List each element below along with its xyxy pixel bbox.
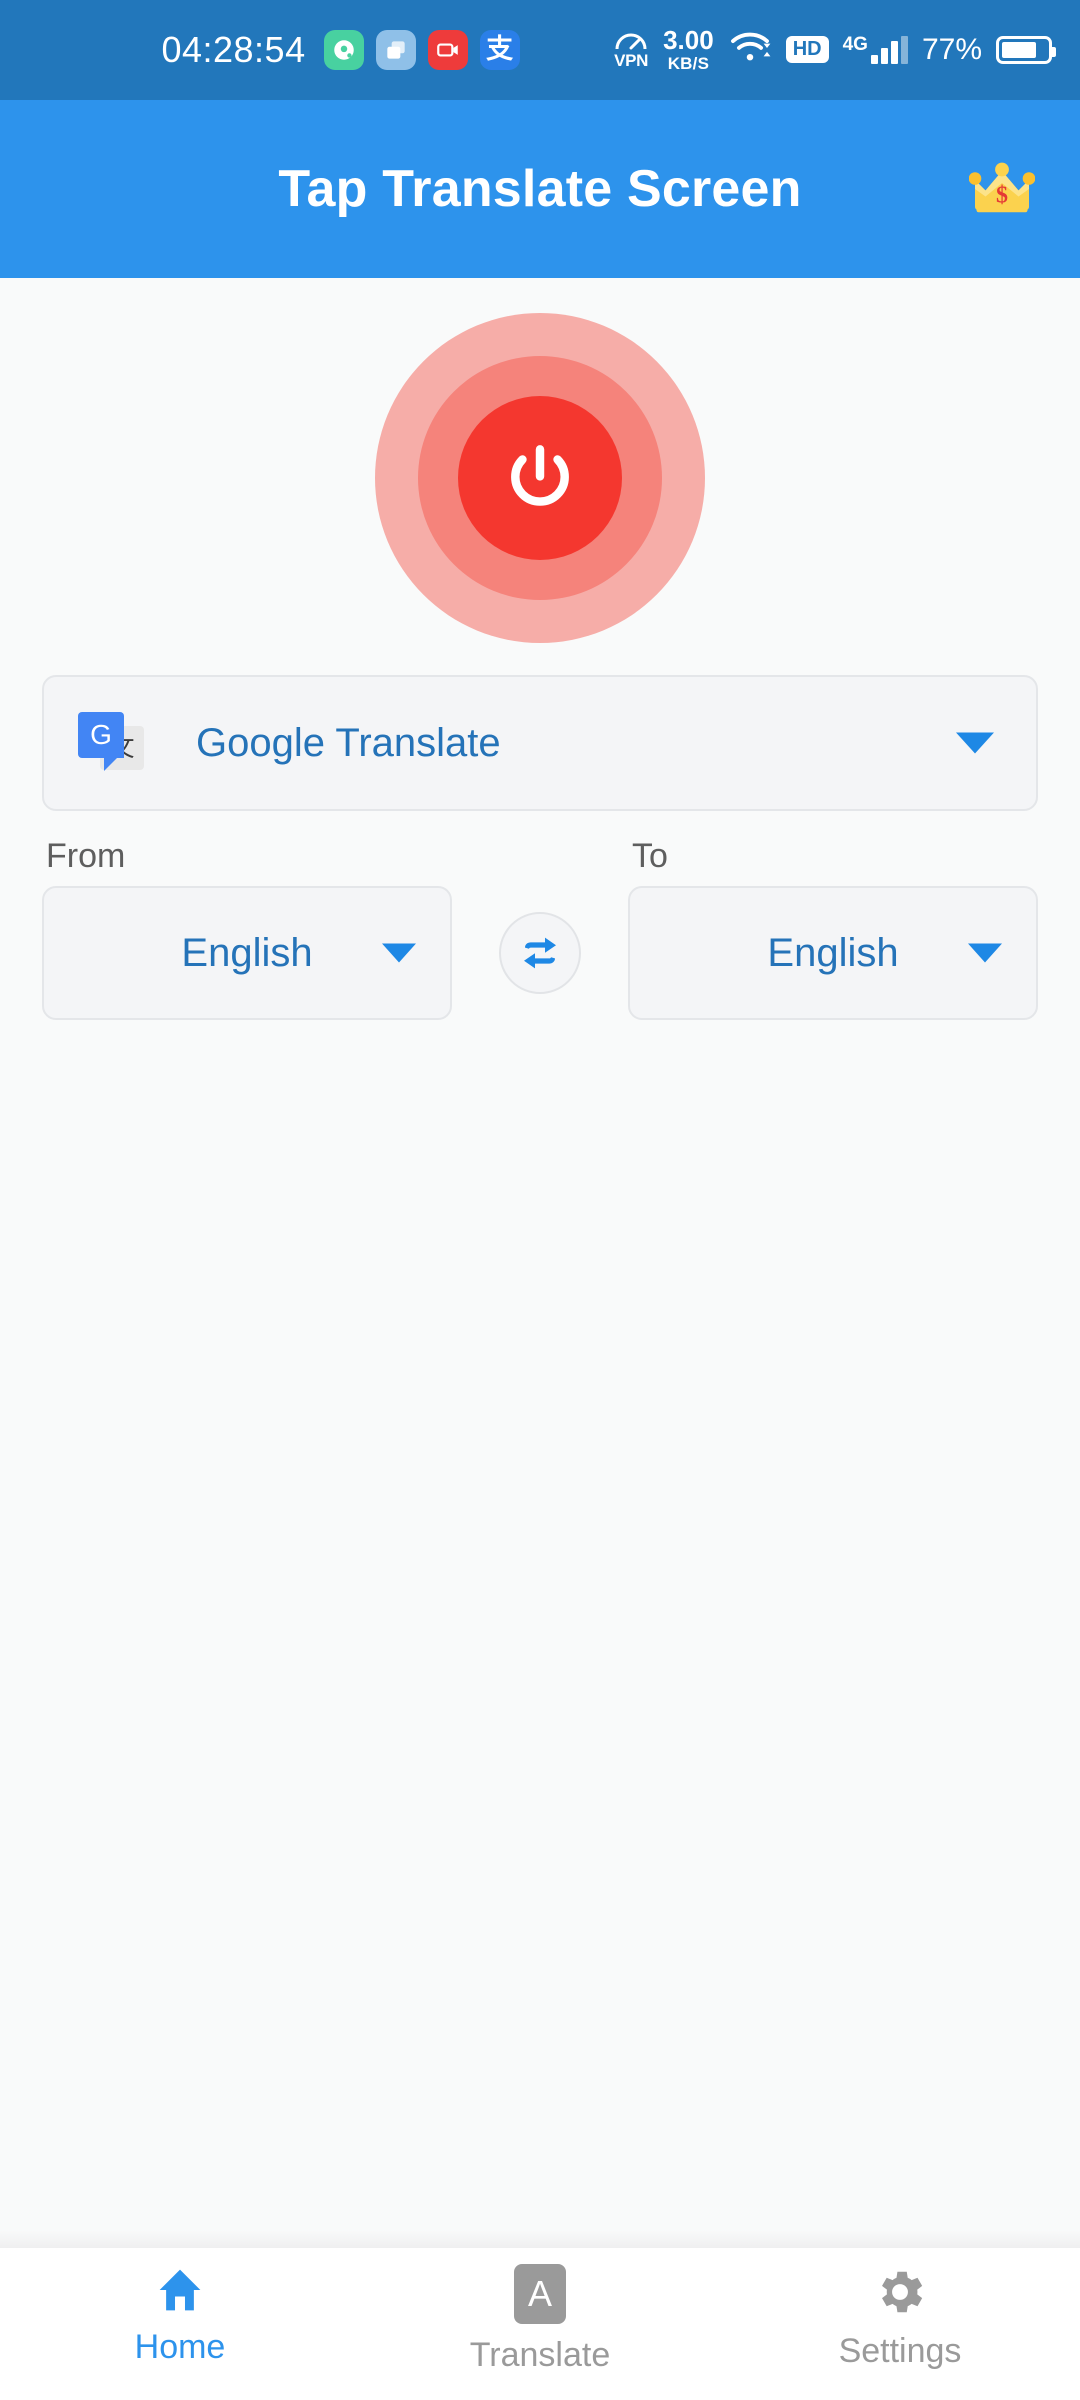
- from-language-value: English: [181, 930, 313, 975]
- vpn-label: VPN: [614, 50, 649, 70]
- to-language-value: English: [767, 930, 899, 975]
- vpn-icon: VPN: [613, 31, 649, 69]
- power-ring-middle: [418, 356, 662, 600]
- from-language-select[interactable]: English: [42, 886, 452, 1020]
- bottom-nav-divider: [0, 2230, 1080, 2248]
- network-type-label: 4G: [842, 34, 868, 56]
- battery-percent-label: 77%: [921, 32, 982, 66]
- nav-item-translate[interactable]: A Translate: [360, 2248, 720, 2375]
- to-language-select[interactable]: English: [628, 886, 1038, 1020]
- swap-button-area: [452, 886, 628, 1020]
- translator-app-label: Google Translate: [196, 720, 501, 765]
- google-translate-icon: 文 G: [78, 710, 144, 776]
- status-bar: 04:28:54 支 VPN 3.00 KB/S HD 4G 77%: [0, 0, 1080, 100]
- app-bar: Tap Translate Screen $: [0, 100, 1080, 278]
- swap-languages-button[interactable]: [499, 912, 581, 994]
- svg-text:$: $: [996, 183, 1008, 209]
- from-label: From: [46, 837, 126, 875]
- language-selection-row: From English To English: [42, 837, 1038, 1020]
- status-bar-clock: 04:28:54: [161, 29, 306, 70]
- power-ring-inner: [458, 396, 622, 560]
- gear-icon: [882, 2271, 923, 2313]
- battery-icon: [996, 35, 1056, 64]
- nav-item-home[interactable]: Home: [0, 2248, 360, 2367]
- nav-item-home-label: Home: [134, 2328, 226, 2366]
- nav-item-translate-label: Translate: [469, 2336, 611, 2374]
- nav-item-settings-label: Settings: [838, 2332, 962, 2370]
- bottom-navigation: Home A Translate Settings: [0, 2248, 1080, 2400]
- crown-icon[interactable]: $: [954, 141, 1050, 237]
- swap-arrows-icon: [524, 937, 556, 969]
- status-bar-right: VPN 3.00 KB/S HD 4G 77%: [613, 27, 1056, 72]
- home-icon: [159, 2269, 201, 2311]
- google-translate-source-letter: G: [78, 712, 124, 771]
- screen-recorder-icon: [427, 30, 468, 70]
- power-icon: [511, 445, 569, 506]
- main-content: 文 G Google Translate From English To: [0, 278, 1080, 2230]
- power-button-area: [0, 278, 1080, 643]
- to-language-group: To English: [628, 837, 1038, 1020]
- network-speed-value: 3.00: [663, 25, 714, 56]
- network-speed: 3.00 KB/S: [663, 27, 714, 72]
- notification-icons: 支: [323, 30, 520, 70]
- files-copy-icon: [375, 30, 416, 70]
- chevron-down-icon[interactable]: [956, 732, 994, 754]
- from-language-group: From English: [42, 837, 452, 1020]
- power-toggle-button[interactable]: [375, 313, 705, 643]
- to-label: To: [632, 837, 668, 875]
- translate-a-icon: A: [514, 2264, 566, 2324]
- music-recorder-icon: [323, 30, 364, 70]
- chevron-down-icon[interactable]: [968, 943, 1002, 963]
- translator-app-select[interactable]: 文 G Google Translate: [42, 675, 1038, 811]
- page-title: Tap Translate Screen: [278, 160, 802, 218]
- cellular-signal-icon: 4G: [842, 34, 908, 65]
- hd-icon: HD: [785, 36, 829, 64]
- alipay-icon: 支: [479, 30, 520, 70]
- nav-item-settings[interactable]: Settings: [720, 2248, 1080, 2371]
- wifi-icon: [728, 30, 772, 69]
- chevron-down-icon[interactable]: [382, 943, 416, 963]
- status-bar-left: 04:28:54 支: [68, 29, 613, 71]
- network-speed-unit: KB/S: [667, 53, 710, 73]
- signal-bars: [870, 36, 908, 65]
